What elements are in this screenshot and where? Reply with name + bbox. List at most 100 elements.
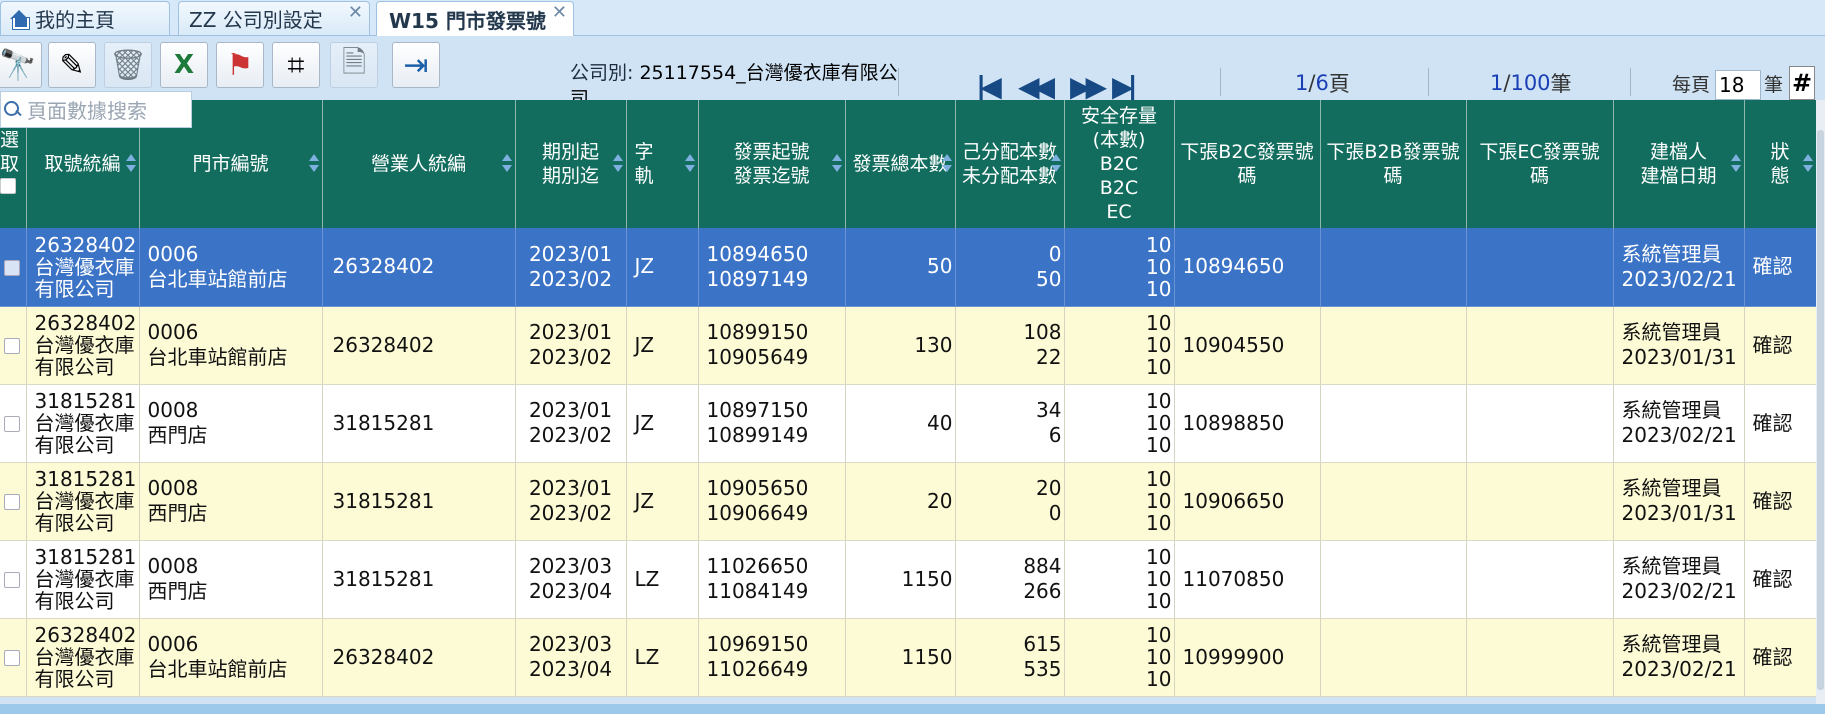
export-excel-button[interactable]: X xyxy=(160,42,208,88)
col-safety-stock[interactable]: 安全存量 (本數) B2C B2C EC xyxy=(1064,100,1175,228)
status-cell: 確認 xyxy=(1744,228,1816,307)
sort-icon[interactable] xyxy=(684,154,695,174)
assigned-cell: 884 266 xyxy=(955,540,1065,619)
vertical-scrollbar[interactable] xyxy=(1816,100,1825,704)
track-cell: LZ xyxy=(626,618,699,697)
tax-id-cell: 31815281 台灣優衣庫 有限公司 xyxy=(26,540,140,619)
page-indicator: 1/6 頁 xyxy=(1295,66,1350,100)
close-icon[interactable]: ✕ xyxy=(348,2,363,23)
exit-button[interactable]: ⇥ xyxy=(392,42,440,88)
sort-icon[interactable] xyxy=(1802,154,1813,174)
last-page-button[interactable]: ▶| xyxy=(1112,70,1138,103)
period-cell: 2023/03 2023/04 xyxy=(515,540,627,619)
find-button[interactable]: ⌗ xyxy=(272,42,320,88)
row-checkbox[interactable] xyxy=(4,259,20,276)
table-row[interactable]: 26328402 台灣優衣庫 有限公司 0006 台北車站館前店 26328402 2023… xyxy=(0,618,1816,697)
row-select-cell[interactable] xyxy=(0,228,27,307)
table-row[interactable]: 26328402 台灣優衣庫 有限公司 0006 台北車站館前店 26328402 2023… xyxy=(0,228,1816,307)
col-period[interactable]: 期別起 期別迄 xyxy=(515,100,627,228)
scrollbar-thumb[interactable] xyxy=(1817,130,1824,690)
search-box[interactable]: 頁面數據搜索 xyxy=(0,91,192,128)
sort-icon[interactable] xyxy=(612,154,623,174)
record-current: 1 xyxy=(1490,71,1504,95)
row-select-cell[interactable] xyxy=(0,540,27,619)
col-next-b2c[interactable]: 下張B2C發票號碼 xyxy=(1174,100,1321,228)
close-icon[interactable]: ✕ xyxy=(552,2,567,23)
table-row[interactable]: 31815281 台灣優衣庫 有限公司 0008 西門店 31815281 2023/03 2… xyxy=(0,540,1816,619)
sort-icon[interactable] xyxy=(501,154,512,174)
safety-stock-cell: 10 10 10 xyxy=(1064,228,1175,307)
row-checkbox[interactable] xyxy=(4,338,20,354)
row-checkbox[interactable] xyxy=(4,416,20,432)
tab-store-invoice[interactable]: W15 門市發票號 ✕ xyxy=(376,1,574,36)
prev-page-button[interactable]: ◀◀ xyxy=(1018,70,1055,103)
status-cell: 確認 xyxy=(1744,618,1816,697)
total-cell: 40 xyxy=(845,384,956,463)
tax-id-cell: 31815281 台灣優衣庫 有限公司 xyxy=(26,462,140,541)
next-b2c-cell: 10906650 xyxy=(1174,462,1321,541)
biz-id-cell: 26328402 xyxy=(322,618,516,697)
tab-home[interactable]: 我的主頁 xyxy=(0,1,170,35)
row-select-cell[interactable] xyxy=(0,618,27,697)
next-b2b-cell xyxy=(1320,462,1467,541)
header-row: 選取 取號統編 門市編號 營業人統編 期別起 期別迄 字軌 發票起號 發票迄號 發票… xyxy=(0,100,1816,228)
next-page-button[interactable]: ▶▶ xyxy=(1070,70,1107,103)
sort-icon[interactable] xyxy=(941,154,952,174)
table-row[interactable]: 31815281 台灣優衣庫 有限公司 0008 西門店 31815281 2023/01 2… xyxy=(0,384,1816,463)
edit-icon: ✎ xyxy=(59,47,85,83)
col-total[interactable]: 發票總本數 xyxy=(845,100,956,228)
binoculars-icon: 🔭 xyxy=(0,47,37,83)
store-cell: 0006 台北車站館前店 xyxy=(139,618,323,697)
edit-button[interactable]: ✎ xyxy=(48,42,96,88)
record-unit: 筆 xyxy=(1550,72,1572,96)
first-page-button[interactable]: |◀ xyxy=(976,70,1002,103)
next-b2c-cell: 11070850 xyxy=(1174,540,1321,619)
row-checkbox[interactable] xyxy=(4,494,20,510)
next-ec-cell xyxy=(1466,228,1614,307)
tab-company-settings[interactable]: ZZ 公司別設定 ✕ xyxy=(178,1,370,35)
row-select-cell[interactable] xyxy=(0,384,27,463)
store-cell: 0006 台北車站館前店 xyxy=(139,306,323,385)
select-all-checkbox[interactable] xyxy=(0,178,16,194)
track-cell: LZ xyxy=(626,540,699,619)
row-checkbox[interactable] xyxy=(4,650,20,666)
per-page-input[interactable] xyxy=(1715,70,1761,100)
delete-button[interactable]: 🗑 xyxy=(104,42,152,88)
col-creator[interactable]: 建檔人 建檔日期 xyxy=(1613,100,1745,228)
col-invoice-range[interactable]: 發票起號 發票迄號 xyxy=(698,100,846,228)
sort-icon[interactable] xyxy=(1050,154,1061,174)
col-status[interactable]: 狀態 xyxy=(1744,100,1816,228)
next-b2b-cell xyxy=(1320,228,1467,307)
row-checkbox[interactable] xyxy=(4,572,20,588)
status-cell: 確認 xyxy=(1744,462,1816,541)
sort-icon[interactable] xyxy=(125,154,136,174)
row-select-cell[interactable] xyxy=(0,462,27,541)
import-button[interactable]: 🗎 xyxy=(330,42,378,88)
tab-label: 我的主頁 xyxy=(35,8,115,32)
clear-button[interactable]: ⚑ xyxy=(216,42,264,88)
sort-icon[interactable] xyxy=(308,154,319,174)
biz-id-cell: 31815281 xyxy=(322,540,516,619)
search-icon xyxy=(3,100,23,120)
assigned-cell: 0 50 xyxy=(955,228,1065,307)
table-row[interactable]: 31815281 台灣優衣庫 有限公司 0008 西門店 31815281 2023/01 2… xyxy=(0,462,1816,541)
tax-id-cell: 26328402 台灣優衣庫 有限公司 xyxy=(26,618,140,697)
table-row[interactable]: 26328402 台灣優衣庫 有限公司 0006 台北車站館前店 26328402 2023… xyxy=(0,306,1816,385)
creator-cell: 系統管理員 2023/02/21 xyxy=(1613,618,1745,697)
page-unit: 頁 xyxy=(1328,72,1350,96)
query-button[interactable]: 🔭 xyxy=(0,42,42,88)
col-assigned[interactable]: 己分配本數 未分配本數 xyxy=(955,100,1065,228)
col-biz-id[interactable]: 營業人統編 xyxy=(322,100,516,228)
sort-icon[interactable] xyxy=(831,154,842,174)
period-cell: 2023/01 2023/02 xyxy=(515,462,627,541)
status-cell: 確認 xyxy=(1744,306,1816,385)
divider xyxy=(898,68,899,96)
col-track[interactable]: 字軌 xyxy=(626,100,699,228)
columns-button[interactable]: # xyxy=(1789,66,1815,100)
sort-icon[interactable] xyxy=(1730,154,1741,174)
row-select-cell[interactable] xyxy=(0,306,27,385)
col-next-ec[interactable]: 下張EC發票號碼 xyxy=(1466,100,1614,228)
next-b2b-cell xyxy=(1320,384,1467,463)
page-current: 1 xyxy=(1295,71,1309,95)
col-next-b2b[interactable]: 下張B2B發票號碼 xyxy=(1320,100,1467,228)
